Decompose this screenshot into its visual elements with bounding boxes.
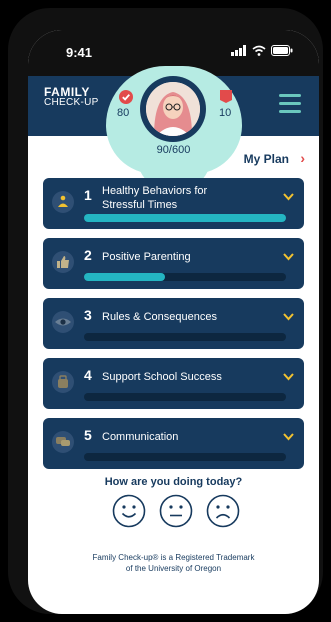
chevron-down-icon[interactable] [283, 431, 294, 442]
phone-frame: 9:41 FAMILY CHECK-UP 80 10 90/600 My Pla… [8, 8, 323, 614]
module-card-1[interactable]: 1 Healthy Behaviors for Stressful Times [43, 178, 304, 229]
neutral-face-icon[interactable] [159, 494, 193, 528]
avatar[interactable] [146, 82, 200, 136]
module-progress-bar [84, 333, 286, 341]
family-checkup-logo[interactable]: FAMILY CHECK-UP [44, 86, 99, 108]
chevron-down-icon[interactable] [283, 371, 294, 382]
battery-icon [271, 45, 293, 56]
thumbs-up-icon [52, 251, 74, 273]
sad-face-icon[interactable] [206, 494, 240, 528]
chevron-right-icon[interactable]: › [300, 150, 305, 166]
mood-question: How are you doing today? [104, 476, 243, 488]
module-title: Positive Parenting [102, 251, 191, 263]
module-progress-fill [84, 214, 286, 222]
school-bag-icon [52, 371, 74, 393]
module-number: 5 [84, 427, 92, 443]
avatar-photo [146, 82, 200, 136]
module-card-4[interactable]: 4 Support School Success [43, 358, 304, 409]
module-card-5[interactable]: 5 Communication [43, 418, 304, 469]
wifi-icon [252, 45, 266, 56]
app-screen: 9:41 FAMILY CHECK-UP 80 10 90/600 My Pla… [28, 30, 319, 614]
module-title: Healthy Behaviors for Stressful Times [102, 185, 208, 211]
checks-count: 80 [117, 107, 130, 119]
module-progress-bar [84, 273, 286, 281]
happy-face-icon[interactable] [112, 494, 146, 528]
checkmark-badge-icon [119, 90, 133, 104]
module-number: 1 [84, 187, 92, 203]
hamburger-menu-icon[interactable] [279, 94, 301, 118]
meditation-icon [52, 191, 74, 213]
chevron-down-icon[interactable] [283, 251, 294, 262]
signal-icon [231, 45, 246, 56]
module-title: Support School Success [102, 371, 222, 383]
module-number: 3 [84, 307, 92, 323]
module-number: 4 [84, 367, 92, 383]
eye-icon [52, 311, 74, 333]
module-progress-bar [84, 393, 286, 401]
chevron-down-icon[interactable] [283, 191, 294, 202]
module-card-3[interactable]: 3 Rules & Consequences [43, 298, 304, 349]
module-card-2[interactable]: 2 Positive Parenting [43, 238, 304, 289]
my-plan-link[interactable]: My Plan [244, 152, 289, 166]
module-number: 2 [84, 247, 92, 263]
status-time: 9:41 [66, 45, 93, 60]
trademark-notice: Family Check-up® is a Registered Tradema… [92, 553, 255, 573]
module-progress-bar [84, 453, 286, 461]
flag-badge-icon [220, 90, 232, 103]
module-progress-bar [84, 214, 286, 222]
flags-count: 10 [219, 107, 232, 119]
chevron-down-icon[interactable] [283, 311, 294, 322]
speech-bubble-icon [52, 431, 74, 453]
module-title: Rules & Consequences [102, 311, 217, 323]
module-progress-fill [84, 273, 165, 281]
system-icons [231, 45, 293, 56]
module-title: Communication [102, 431, 179, 443]
